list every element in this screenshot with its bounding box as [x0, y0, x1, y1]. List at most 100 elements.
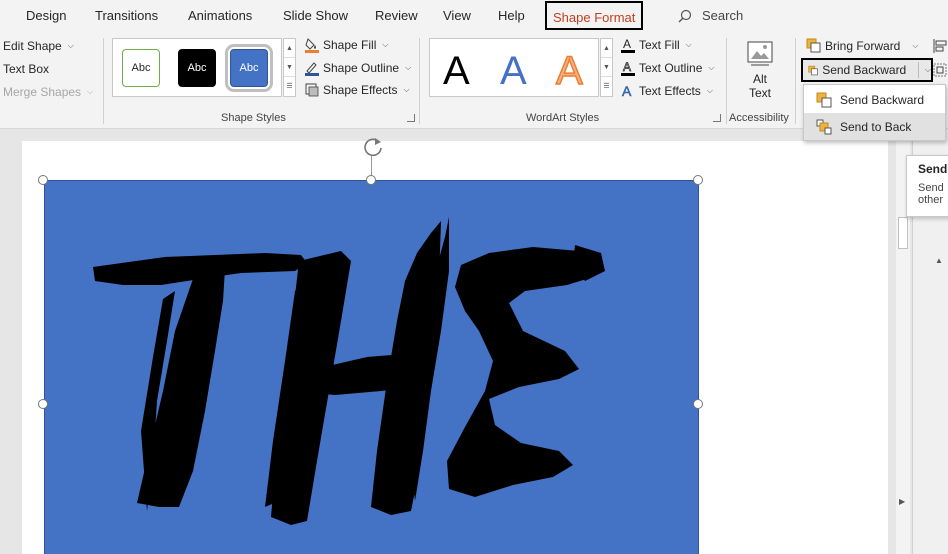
shape-style-swatch-text: Abc: [239, 62, 259, 74]
selected-shape[interactable]: [44, 180, 699, 554]
resize-handle-top-right[interactable]: [693, 175, 703, 185]
scroll-right-icon[interactable]: ▶: [899, 497, 905, 506]
tab-design[interactable]: Design: [26, 8, 66, 23]
paint-bucket-icon: [305, 38, 319, 53]
chevron-down-icon: ⌵: [708, 63, 715, 72]
scroll-down-icon[interactable]: ▼: [601, 58, 612, 77]
shape-effects-button[interactable]: Shape Effects ⌵: [305, 83, 410, 97]
shape-effects-icon: [305, 83, 319, 97]
shape-style-swatch-text: Abc: [187, 62, 207, 74]
text-effects-icon: A: [622, 83, 633, 99]
search-label: Search: [702, 8, 744, 23]
chevron-down-icon: ⌵: [382, 40, 389, 49]
tooltip-line-2: other: [918, 194, 944, 206]
text-box-label: Text Box: [3, 62, 50, 76]
text-effects-label: Text Effects: [639, 84, 701, 98]
scroll-up-icon[interactable]: ▲: [601, 39, 612, 58]
resize-handle-left[interactable]: [38, 399, 48, 409]
edit-shape-label: Edit Shape: [3, 39, 62, 53]
dialog-launcher-icon[interactable]: [713, 114, 721, 122]
shape-styles-gallery: Abc Abc Abc: [112, 38, 282, 97]
shape-styles-group-label: Shape Styles: [221, 112, 286, 124]
alt-text-button[interactable]: Alt Text: [740, 39, 780, 100]
shape-style-swatch-2[interactable]: Abc: [178, 49, 216, 87]
group-separator: [103, 38, 104, 124]
chevron-down-icon: ⌵: [403, 85, 410, 94]
text-outline-button[interactable]: A Text Outline ⌵: [621, 60, 714, 76]
shape-styles-scroll[interactable]: ▲ ▼ ☰: [283, 38, 296, 97]
tab-transitions[interactable]: Transitions: [95, 8, 158, 23]
chevron-down-icon: ⌵: [87, 87, 94, 96]
text-effects-button[interactable]: A Text Effects ⌵: [621, 83, 713, 99]
chevron-down-icon: ⌵: [685, 40, 692, 49]
wordart-sample-1[interactable]: A: [443, 51, 470, 91]
menu-item-send-to-back[interactable]: Send to Back: [804, 113, 945, 140]
chevron-down-icon: ⌵: [706, 86, 713, 95]
alt-text-icon: [747, 41, 773, 66]
edit-shape-button[interactable]: Edit Shape ⌵: [3, 39, 74, 53]
tab-shape-format[interactable]: Shape Format: [545, 1, 644, 30]
wordart-sample-3[interactable]: A: [555, 50, 583, 92]
ribbon-tab-bar: Design Transitions Animations Slide Show…: [0, 0, 948, 32]
resize-handle-right[interactable]: [693, 399, 703, 409]
wordart-styles-scroll[interactable]: ▲ ▼ ☰: [600, 38, 613, 97]
panel-collapse-icon[interactable]: ▲: [935, 256, 943, 265]
alt-text-label-2: Text: [748, 86, 771, 100]
send-backward-icon: [808, 65, 818, 75]
rotate-handle-icon[interactable]: [361, 134, 385, 158]
tooltip-line-1: Send: [918, 182, 944, 194]
bring-forward-label: Bring Forward: [825, 38, 901, 53]
svg-text:A: A: [623, 37, 631, 51]
text-fill-label: Text Fill: [639, 38, 680, 52]
shape-outline-label: Shape Outline: [323, 61, 400, 75]
resize-handle-top[interactable]: [366, 175, 376, 185]
accessibility-group-label: Accessibility: [729, 112, 789, 124]
resize-handle-top-left[interactable]: [38, 175, 48, 185]
tab-review[interactable]: Review: [375, 8, 418, 23]
svg-text:A: A: [622, 83, 632, 99]
wordart-styles-group-label: WordArt Styles: [526, 112, 600, 124]
chevron-down-icon[interactable]: ⌵: [925, 65, 931, 75]
chevron-down-icon: ⌵: [67, 41, 74, 50]
alt-text-label-1: Alt: [752, 72, 767, 86]
chevron-down-icon: ⌵: [405, 63, 412, 72]
menu-item-send-backward[interactable]: Send Backward: [804, 86, 945, 113]
shape-fill-label: Shape Fill: [323, 38, 377, 52]
merge-shapes-label: Merge Shapes: [3, 85, 82, 99]
tab-slide-show[interactable]: Slide Show: [283, 8, 348, 23]
bring-forward-icon: [806, 38, 821, 53]
menu-item-label: Send Backward: [840, 92, 925, 107]
bring-forward-button[interactable]: Bring Forward ⌵: [806, 38, 918, 53]
merge-shapes-button[interactable]: Merge Shapes ⌵: [3, 85, 93, 99]
shape-fill-button[interactable]: Shape Fill ⌵: [305, 37, 388, 53]
shape-style-swatch-1[interactable]: Abc: [122, 49, 160, 87]
wordart-sample-2[interactable]: A: [500, 51, 527, 91]
tab-help[interactable]: Help: [498, 8, 525, 23]
send-backward-icon: [816, 92, 832, 107]
text-box-button[interactable]: Text Box: [3, 62, 49, 76]
group-separator: [795, 38, 796, 124]
tab-animations[interactable]: Animations: [188, 8, 252, 23]
group-separator: [726, 38, 727, 124]
svg-text:A: A: [623, 60, 631, 74]
shape-style-swatch-3[interactable]: Abc: [225, 44, 273, 92]
shape-effects-label: Shape Effects: [323, 83, 398, 97]
search-box[interactable]: Search: [678, 8, 743, 23]
group-objects-icon[interactable]: [932, 62, 948, 78]
gallery-more-icon[interactable]: ☰: [601, 77, 612, 96]
search-icon: [678, 9, 692, 22]
shape-outline-button[interactable]: Shape Outline ⌵: [305, 60, 411, 76]
shape-style-swatch-text: Abc: [131, 62, 151, 74]
send-backward-button[interactable]: Send Backward ⌵: [801, 58, 933, 82]
scroll-down-icon[interactable]: ▼: [284, 58, 295, 77]
send-backward-label: Send Backward: [822, 63, 907, 77]
text-outline-label: Text Outline: [639, 61, 703, 75]
chevron-down-icon: ⌵: [912, 40, 919, 50]
align-icon[interactable]: [932, 38, 948, 54]
dialog-launcher-icon[interactable]: [407, 114, 415, 122]
scrollbar-thumb[interactable]: [898, 217, 908, 249]
text-fill-button[interactable]: A Text Fill ⌵: [621, 37, 692, 53]
gallery-more-icon[interactable]: ☰: [284, 77, 295, 96]
scroll-up-icon[interactable]: ▲: [284, 39, 295, 58]
tab-view[interactable]: View: [443, 8, 471, 23]
